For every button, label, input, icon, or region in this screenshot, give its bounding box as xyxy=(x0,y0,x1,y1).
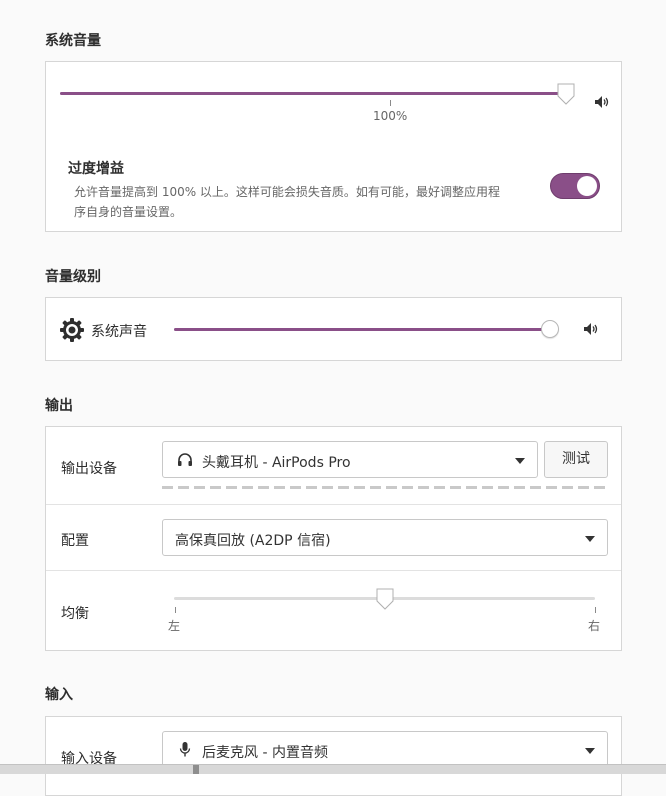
system-volume-handle[interactable] xyxy=(556,83,576,105)
output-title: 输出 xyxy=(45,398,73,414)
input-device-dropdown[interactable]: 后麦克风 - 内置音频 xyxy=(162,731,608,768)
balance-left-label: 左 xyxy=(168,619,181,633)
profile-label: 配置 xyxy=(61,533,89,549)
output-device-value: 头戴耳机 - AirPods Pro xyxy=(202,455,351,471)
system-sounds-label: 系统声音 xyxy=(91,324,147,340)
system-volume-title: 系统音量 xyxy=(45,33,101,49)
gear-icon xyxy=(60,318,84,342)
profile-value: 高保真回放 (A2DP 信宿) xyxy=(175,533,331,549)
row-divider xyxy=(46,570,621,571)
overamplify-toggle[interactable] xyxy=(550,173,600,199)
system-volume-slider[interactable] xyxy=(60,82,580,106)
input-card: 输入设备 后麦克风 - 内置音频 xyxy=(45,716,622,796)
system-sounds-fill xyxy=(174,328,551,331)
balance-right-tick xyxy=(595,607,596,613)
volume-100-tick xyxy=(390,100,391,106)
chevron-down-icon xyxy=(585,748,595,754)
chevron-down-icon xyxy=(515,458,525,464)
balance-left-tick xyxy=(175,607,176,613)
input-title: 输入 xyxy=(45,687,73,703)
microphone-icon xyxy=(179,742,191,757)
volume-levels-card: 系统声音 xyxy=(45,297,622,361)
overamplify-description: 允许音量提高到 100% 以上。这样可能会损失音质。如有可能，最好调整应用程 序… xyxy=(74,182,500,222)
chevron-down-icon xyxy=(585,536,595,542)
system-sounds-handle[interactable] xyxy=(541,320,560,338)
input-device-value: 后麦克风 - 内置音频 xyxy=(202,745,328,761)
output-device-dropdown[interactable]: 头戴耳机 - AirPods Pro xyxy=(162,441,538,478)
system-volume-track xyxy=(60,92,566,95)
system-sounds-track xyxy=(174,328,554,331)
system-volume-fill xyxy=(60,92,566,95)
output-level-meter xyxy=(162,486,608,489)
test-output-button[interactable]: 测试 xyxy=(544,441,608,478)
system-sounds-slider[interactable] xyxy=(174,319,566,341)
overamplify-title: 过度增益 xyxy=(68,161,124,177)
balance-label: 均衡 xyxy=(61,606,89,622)
balance-right-label: 右 xyxy=(588,619,601,633)
profile-dropdown[interactable]: 高保真回放 (A2DP 信宿) xyxy=(162,519,608,556)
speaker-icon xyxy=(595,96,609,108)
system-volume-card: 100% 过度增益 允许音量提高到 100% 以上。这样可能会损失音质。如有可能… xyxy=(45,61,622,232)
overamplify-description-line2: 序自身的音量设置。 xyxy=(74,205,183,219)
balance-handle[interactable] xyxy=(375,588,395,610)
overamplify-description-line1: 允许音量提高到 100% 以上。这样可能会损失音质。如有可能，最好调整应用程 xyxy=(74,185,500,199)
overamplify-toggle-knob xyxy=(577,176,597,196)
volume-100-label: 100% xyxy=(373,109,408,123)
volume-levels-title: 音量级别 xyxy=(45,269,101,285)
output-device-label: 输出设备 xyxy=(61,461,117,477)
output-card: 输出设备 头戴耳机 - AirPods Pro 测试 配置 高保真回放 (A2D… xyxy=(45,426,622,651)
row-divider xyxy=(46,504,621,505)
balance-slider[interactable] xyxy=(174,587,598,611)
speaker-icon xyxy=(584,323,598,335)
headphones-icon xyxy=(178,453,192,466)
